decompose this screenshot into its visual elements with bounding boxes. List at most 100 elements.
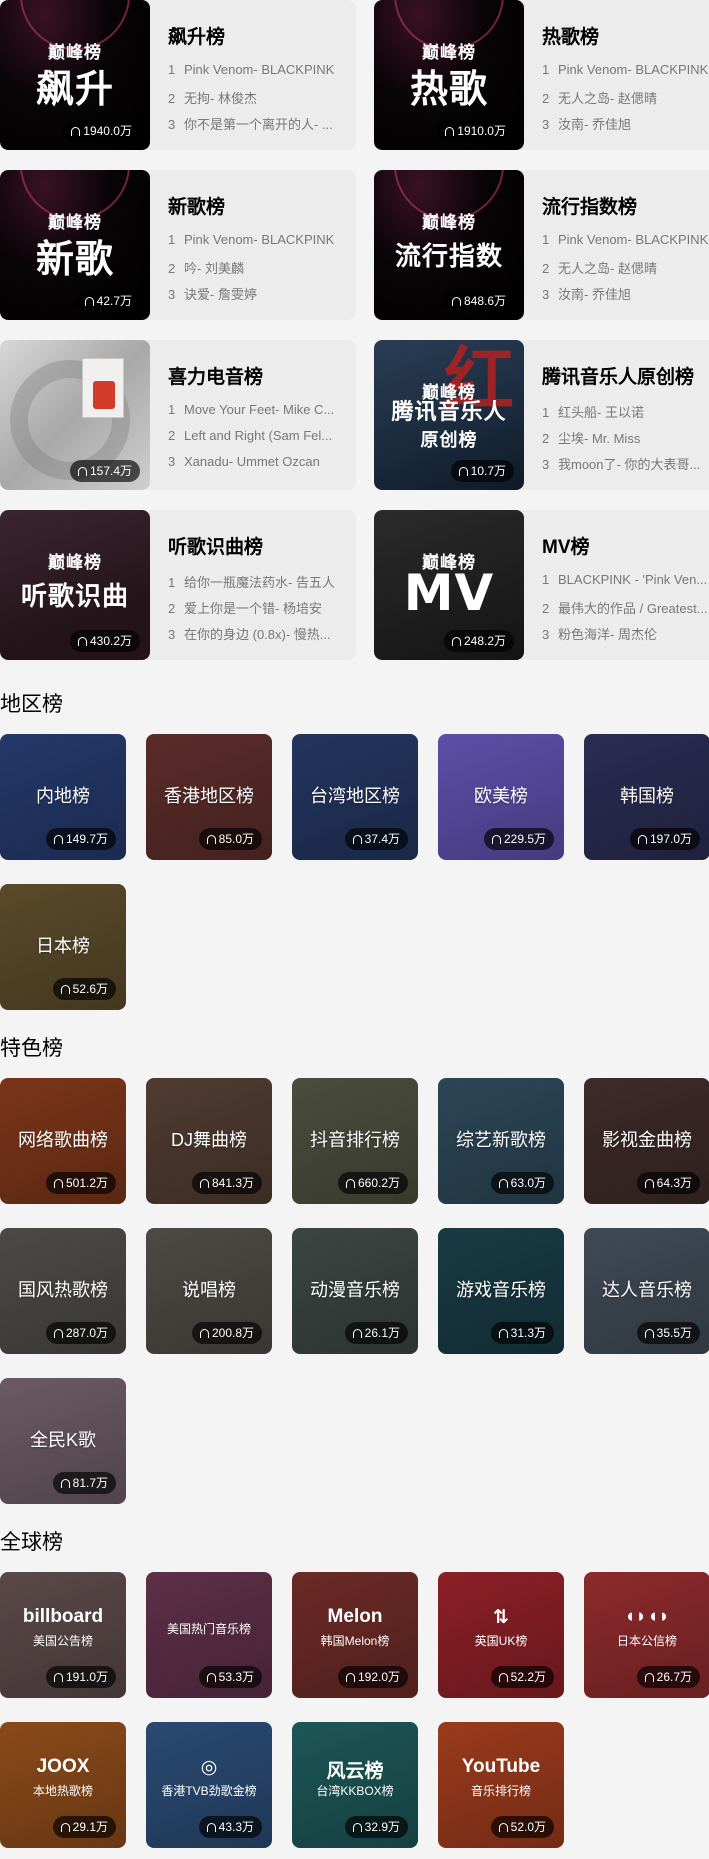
feature-variety[interactable]: 综艺新歌榜 63.0万 bbox=[438, 1078, 564, 1204]
chart-card-trend[interactable]: 巅峰榜 流行指数 848.6万 流行指数榜 1 Pink Venom- BLACK… bbox=[374, 170, 709, 320]
headphones-icon bbox=[77, 637, 87, 646]
feature-guofeng[interactable]: 国风热歌榜 287.0万 bbox=[0, 1228, 126, 1354]
headphones-icon bbox=[644, 1673, 654, 1682]
play-count-badge: 32.9万 bbox=[344, 1816, 408, 1838]
headphones-icon bbox=[60, 985, 70, 994]
list-item[interactable]: 2 最伟大的作品 / Greatest... bbox=[542, 598, 709, 624]
feature-anime[interactable]: 动漫音乐榜 26.1万 bbox=[292, 1228, 418, 1354]
region-mainland[interactable]: 内地榜 149.7万 bbox=[0, 734, 126, 860]
chart-cover[interactable]: 巅峰榜 新歌 42.7万 bbox=[0, 170, 150, 320]
global-melon[interactable]: Melon 韩国Melon榜 192.0万 bbox=[292, 1572, 418, 1698]
global-us-hot[interactable]: 美国热门音乐榜 53.3万 bbox=[146, 1572, 272, 1698]
chart-title[interactable]: 飙升榜 bbox=[168, 22, 225, 49]
list-item[interactable]: 1 Pink Venom- BLACKPINK bbox=[542, 62, 709, 88]
tile-label: 内地榜 bbox=[36, 786, 90, 806]
chart-title[interactable]: MV榜 bbox=[542, 532, 590, 559]
chart-cover[interactable]: 巅峰榜 热歌 1910.0万 bbox=[374, 0, 524, 150]
list-item[interactable]: 3 我moon了- 你的大表哥... bbox=[542, 454, 709, 480]
chart-cover[interactable]: 157.4万 bbox=[0, 340, 150, 490]
tile-label: 美国热门音乐榜 bbox=[166, 1622, 251, 1636]
feature-internet[interactable]: 网络歌曲榜 501.2万 bbox=[0, 1078, 126, 1204]
play-count: 85.0万 bbox=[218, 832, 254, 846]
chart-cover[interactable]: 巅峰榜 流行指数 848.6万 bbox=[374, 170, 524, 320]
play-count-badge: 26.1万 bbox=[344, 1322, 408, 1344]
feature-douyin[interactable]: 抖音排行榜 660.2万 bbox=[292, 1078, 418, 1204]
feature-film[interactable]: 影视金曲榜 64.3万 bbox=[584, 1078, 709, 1204]
list-item[interactable]: 1 Move Your Feet- Mike C... bbox=[168, 402, 354, 428]
global-tvb[interactable]: ◎ 香港TVB劲歌金榜 43.3万 bbox=[146, 1722, 272, 1848]
list-item[interactable]: 1 Pink Venom- BLACKPINK bbox=[542, 232, 709, 258]
headphones-icon bbox=[53, 1179, 63, 1188]
list-item[interactable]: 2 Left and Right (Sam Fel... bbox=[168, 428, 354, 454]
list-item[interactable]: 3 粉色海洋- 周杰伦 bbox=[542, 624, 709, 650]
tile-label: 全民K歌 bbox=[29, 1430, 96, 1450]
global-uk[interactable]: ⇅ 英国UK榜 52.2万 bbox=[438, 1572, 564, 1698]
feature-rap[interactable]: 说唱榜 200.8万 bbox=[146, 1228, 272, 1354]
chart-card-mv[interactable]: 巅峰榜 MV 248.2万 MV榜 1 BLACKPINK - 'Pink Ven… bbox=[374, 510, 709, 660]
tile-label: 韩国Melon榜 bbox=[320, 1634, 390, 1648]
chart-card-electro[interactable]: 157.4万 喜力电音榜 1 Move Your Feet- Mike C... … bbox=[0, 340, 356, 490]
chart-title[interactable]: 听歌识曲榜 bbox=[168, 532, 263, 559]
play-count: 200.8万 bbox=[211, 1326, 254, 1340]
cover-text: 飙升 bbox=[35, 69, 114, 111]
chart-cover[interactable]: 巅峰榜 MV 248.2万 bbox=[374, 510, 524, 660]
global-billboard[interactable]: billboard 美国公告榜 191.0万 bbox=[0, 1572, 126, 1698]
list-item[interactable]: 1 给你一瓶魔法药水- 告五人 bbox=[168, 572, 354, 598]
list-item[interactable]: 3 汝南- 乔佳旭 bbox=[542, 114, 709, 140]
global-oricon[interactable]: ◖◗◖◗ 日本公信榜 26.7万 bbox=[584, 1572, 709, 1698]
chart-card-soaring[interactable]: 巅峰榜 飙升 1940.0万 飙升榜 1 Pink Venom- BLACKPIN… bbox=[0, 0, 356, 150]
list-item[interactable]: 1 红头船- 王以诺 bbox=[542, 402, 709, 428]
list-item[interactable]: 2 吟- 刘美麟 bbox=[168, 258, 354, 284]
play-count: 197.0万 bbox=[649, 832, 692, 846]
list-item[interactable]: 2 无人之岛- 赵偲晴 bbox=[542, 258, 709, 284]
chart-card-hot[interactable]: 巅峰榜 热歌 1910.0万 热歌榜 1 Pink Venom- BLACKPIN… bbox=[374, 0, 709, 150]
play-count: 191.0万 bbox=[65, 1670, 108, 1684]
list-item[interactable]: 2 尘埃- Mr. Miss bbox=[542, 428, 709, 454]
headphones-icon bbox=[199, 1329, 209, 1338]
region-japan[interactable]: 日本榜 52.6万 bbox=[0, 884, 126, 1010]
global-joox[interactable]: JOOX 本地热歌榜 29.1万 bbox=[0, 1722, 126, 1848]
list-item[interactable]: 2 无人之岛- 赵偲晴 bbox=[542, 88, 709, 114]
cover-text: 热歌 bbox=[409, 69, 488, 111]
play-count: 52.6万 bbox=[72, 982, 108, 996]
feature-game[interactable]: 游戏音乐榜 31.3万 bbox=[438, 1228, 564, 1354]
chart-card-tme[interactable]: 红 巅峰榜 腾讯音乐人 原创榜 10.7万 腾讯音乐人原创榜 1 红头船- 王以诺… bbox=[374, 340, 709, 490]
chart-title[interactable]: 热歌榜 bbox=[542, 22, 599, 49]
tile-label: 游戏音乐榜 bbox=[456, 1280, 546, 1300]
region-korea[interactable]: 韩国榜 197.0万 bbox=[584, 734, 709, 860]
chart-card-listen[interactable]: 巅峰榜 听歌识曲 430.2万 听歌识曲榜 1 给你一瓶魔法药水- 告五人 2 爱上… bbox=[0, 510, 356, 660]
chart-title[interactable]: 流行指数榜 bbox=[542, 192, 637, 219]
play-count: 52.0万 bbox=[510, 1820, 546, 1834]
list-item[interactable]: 3 在你的身边 (0.8x)- 慢热... bbox=[168, 624, 354, 650]
global-youtube[interactable]: YouTube 音乐排行榜 52.0万 bbox=[438, 1722, 564, 1848]
list-item[interactable]: 3 你不是第一个离开的人- ... bbox=[168, 114, 354, 140]
chart-card-new[interactable]: 巅峰榜 新歌 42.7万 新歌榜 1 Pink Venom- BLACKPINK … bbox=[0, 170, 356, 320]
tile-label: 欧美榜 bbox=[474, 786, 528, 806]
list-item[interactable]: 2 无拘- 林俊杰 bbox=[168, 88, 354, 114]
region-western[interactable]: 欧美榜 229.5万 bbox=[438, 734, 564, 860]
region-hongkong[interactable]: 香港地区榜 85.0万 bbox=[146, 734, 272, 860]
chart-cover[interactable]: 巅峰榜 飙升 1940.0万 bbox=[0, 0, 150, 150]
list-item[interactable]: 3 诀爱- 詹雯婷 bbox=[168, 284, 354, 310]
feature-talent[interactable]: 达人音乐榜 35.5万 bbox=[584, 1228, 709, 1354]
list-item[interactable]: 1 Pink Venom- BLACKPINK bbox=[168, 232, 354, 258]
feature-kge[interactable]: 全民K歌 81.7万 bbox=[0, 1378, 126, 1504]
list-item[interactable]: 3 Xanadu- Ummet Ozcan bbox=[168, 454, 354, 480]
chart-song-list: 1 Pink Venom- BLACKPINK 2 无人之岛- 赵偲晴 3 汝南- 乔… bbox=[542, 232, 709, 310]
cover-decoration bbox=[82, 358, 124, 418]
list-item[interactable]: 2 爱上你是一个错- 杨培安 bbox=[168, 598, 354, 624]
tile-label: 香港地区榜 bbox=[164, 786, 254, 806]
list-item[interactable]: 1 Pink Venom- BLACKPINK bbox=[168, 62, 354, 88]
list-item[interactable]: 3 汝南- 乔佳旭 bbox=[542, 284, 709, 310]
global-kkbox[interactable]: 风云榜 台湾KKBOX榜 32.9万 bbox=[292, 1722, 418, 1848]
chart-cover[interactable]: 巅峰榜 听歌识曲 430.2万 bbox=[0, 510, 150, 660]
region-taiwan[interactable]: 台湾地区榜 37.4万 bbox=[292, 734, 418, 860]
chart-title[interactable]: 喜力电音榜 bbox=[168, 362, 263, 389]
chart-title[interactable]: 腾讯音乐人原创榜 bbox=[542, 362, 694, 389]
list-item[interactable]: 1 BLACKPINK - 'Pink Ven... bbox=[542, 572, 709, 598]
chart-cover[interactable]: 红 巅峰榜 腾讯音乐人 原创榜 10.7万 bbox=[374, 340, 524, 490]
feature-dj[interactable]: DJ舞曲榜 841.3万 bbox=[146, 1078, 272, 1204]
chart-song-list: 1 红头船- 王以诺 2 尘埃- Mr. Miss 3 我moon了- 你的大表哥..… bbox=[542, 402, 709, 480]
chart-title[interactable]: 新歌榜 bbox=[168, 192, 225, 219]
play-count-badge: 81.7万 bbox=[52, 1472, 116, 1494]
